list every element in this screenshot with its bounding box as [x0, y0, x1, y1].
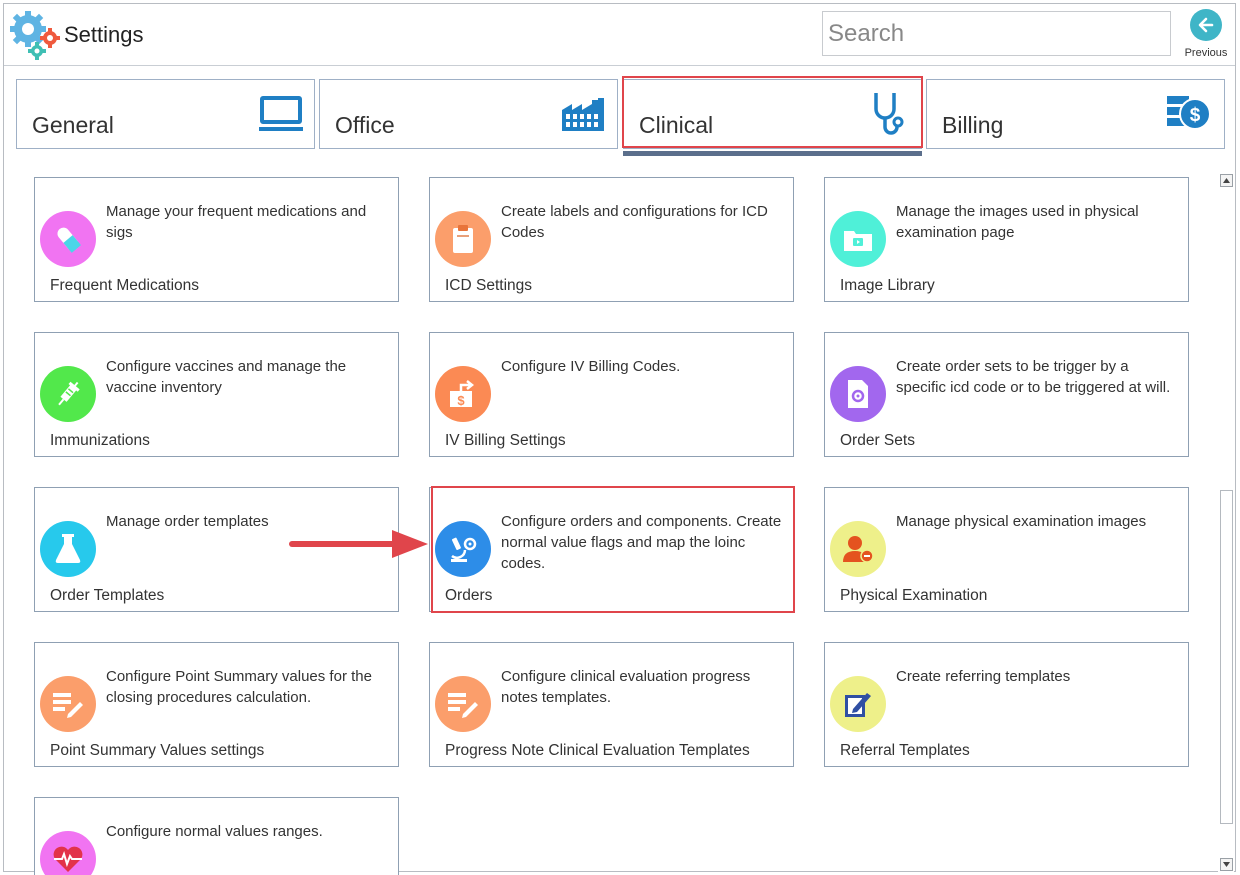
card-frequent-medications[interactable]: Manage your frequent medications and sig… [34, 177, 399, 302]
card-title: Image Library [840, 277, 935, 294]
scroll-thumb[interactable] [1220, 490, 1233, 824]
card-description: Configure Point Summary values for the c… [106, 668, 372, 706]
image-folder-icon [830, 211, 886, 267]
tab-general[interactable]: General [16, 79, 315, 149]
card-title: Point Summary Values settings [50, 742, 265, 759]
card-description: Manage your frequent medications and sig… [106, 203, 367, 241]
tab-office-label: Office [335, 112, 395, 138]
card-title: IV Billing Settings [445, 432, 566, 449]
scroll-up-arrow-icon [1223, 178, 1230, 183]
card-title: Order Sets [840, 432, 915, 449]
card-orders[interactable]: Configure orders and components. Create … [429, 487, 794, 612]
card-referral-templates[interactable]: Create referring templates Referral Temp… [824, 642, 1189, 767]
card-description: Configure normal values ranges. [106, 823, 323, 840]
previous-button[interactable]: Previous [1180, 8, 1232, 62]
dollar-export-icon: $ [435, 366, 491, 422]
user-badge-icon [830, 521, 886, 577]
card-description: Manage the images used in physical exami… [896, 203, 1139, 241]
svg-text:$: $ [457, 393, 465, 408]
card-point-summary-values[interactable]: Configure Point Summary values for the c… [34, 642, 399, 767]
card-physical-examination[interactable]: Manage physical examination images Physi… [824, 487, 1189, 612]
settings-gears-logo-icon [8, 8, 64, 62]
card-description: Manage order templates [106, 513, 269, 530]
card-icd-settings[interactable]: Create labels and configurations for ICD… [429, 177, 794, 302]
edit-document-icon [830, 676, 886, 732]
tab-general-label: General [32, 112, 114, 138]
tab-clinical[interactable]: Clinical [623, 79, 922, 149]
flask-icon [40, 521, 96, 577]
card-description: Create order sets to be trigger by a spe… [896, 358, 1171, 396]
gear-document-icon [830, 366, 886, 422]
card-normal-values-ranges[interactable]: Configure normal values ranges. [34, 797, 399, 875]
app-title: Settings [64, 22, 144, 47]
pill-icon [40, 211, 96, 267]
notes-edit-icon [40, 676, 96, 732]
card-title: Order Templates [50, 587, 165, 604]
card-description: Configure orders and components. Create … [501, 513, 782, 572]
back-arrow-icon [1190, 9, 1222, 41]
card-description: Configure vaccines and manage the vaccin… [106, 358, 347, 396]
card-description: Configure clinical evaluation progress n… [501, 668, 751, 706]
search-input[interactable] [822, 11, 1171, 56]
card-description: Create labels and configurations for ICD… [501, 203, 768, 241]
previous-label: Previous [1184, 47, 1228, 59]
card-description: Manage physical examination images [896, 513, 1147, 530]
heart-pulse-icon [40, 831, 96, 875]
scroll-up-button[interactable] [1220, 174, 1233, 187]
active-tab-indicator [623, 151, 922, 156]
card-order-templates[interactable]: Manage order templates Order Templates [34, 487, 399, 612]
settings-window: Settings Previous General Office [3, 3, 1236, 875]
card-title: Progress Note Clinical Evaluation Templa… [445, 742, 750, 759]
card-title: Referral Templates [840, 742, 970, 759]
monitor-icon [259, 96, 303, 137]
vertical-scrollbar[interactable] [1218, 172, 1234, 872]
stethoscope-icon [872, 91, 906, 142]
card-description: Create referring templates [896, 668, 1071, 685]
svg-text:$: $ [1190, 105, 1201, 126]
billing-coin-icon: $ [1167, 94, 1213, 139]
tab-clinical-label: Clinical [639, 112, 714, 138]
card-progress-note-templates[interactable]: Configure clinical evaluation progress n… [429, 642, 794, 767]
card-order-sets[interactable]: Create order sets to be trigger by a spe… [824, 332, 1189, 457]
card-title: ICD Settings [445, 277, 533, 294]
clipboard-icon [435, 211, 491, 267]
notes-edit-icon [435, 676, 491, 732]
card-title: Immunizations [50, 432, 150, 449]
header-bar: Settings Previous [4, 4, 1235, 66]
tab-office[interactable]: Office [319, 79, 618, 149]
card-iv-billing-settings[interactable]: $ Configure IV Billing Codes. IV Billing… [429, 332, 794, 457]
factory-icon [561, 96, 607, 137]
card-immunizations[interactable]: Configure vaccines and manage the vaccin… [34, 332, 399, 457]
card-title: Frequent Medications [50, 277, 200, 294]
tab-billing-label: Billing [942, 112, 1004, 138]
card-image-library[interactable]: Manage the images used in physical exami… [824, 177, 1189, 302]
microscope-gear-icon [435, 521, 491, 577]
scroll-down-arrow-icon [1223, 862, 1230, 867]
card-title: Orders [445, 587, 493, 604]
scroll-down-button[interactable] [1220, 858, 1233, 871]
syringe-icon [40, 366, 96, 422]
card-description: Configure IV Billing Codes. [501, 358, 681, 375]
card-title: Physical Examination [840, 587, 988, 604]
tab-billing[interactable]: Billing $ [926, 79, 1225, 149]
